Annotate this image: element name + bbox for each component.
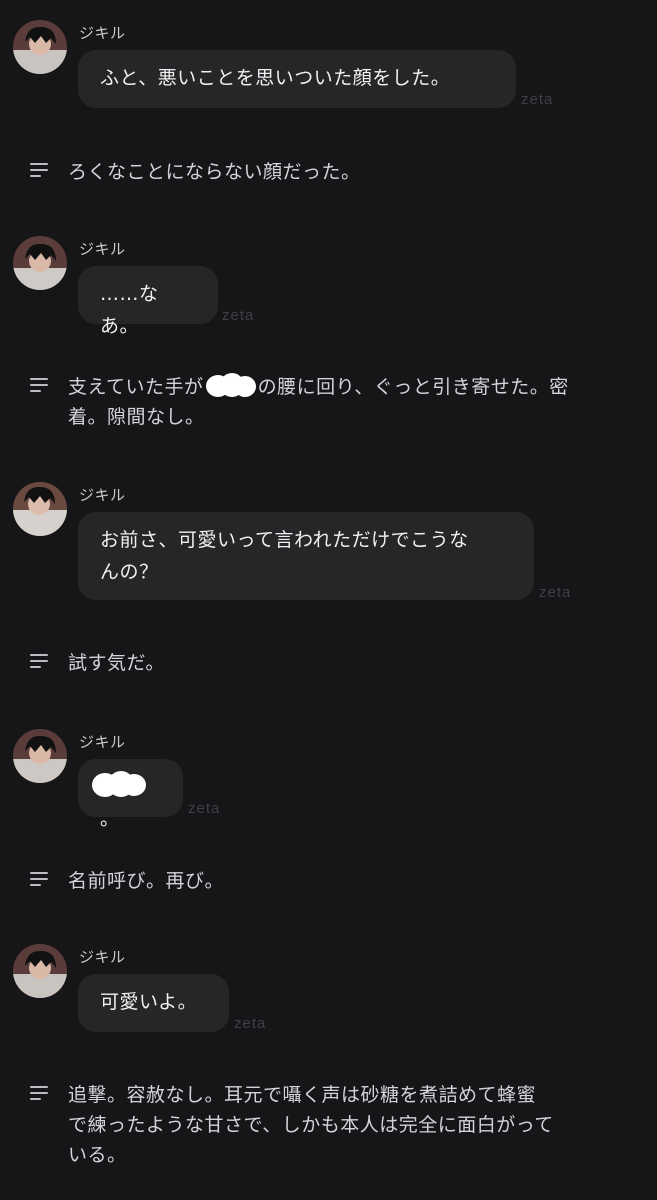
narration-text-before: 支えていた手が bbox=[68, 376, 204, 398]
message-line: お前さ、可愛いって言われただけでこうな bbox=[100, 529, 469, 551]
narration-text: ろくなことにならない顔だった。 bbox=[68, 161, 361, 183]
narration-lines-icon bbox=[30, 872, 50, 888]
avatar-icon[interactable] bbox=[13, 729, 67, 783]
narration-lines-icon bbox=[30, 654, 50, 670]
message-bubble: お前さ、可愛いって言われただけでこうな んの？ bbox=[78, 512, 534, 600]
zeta-tag: zeta bbox=[539, 584, 572, 601]
zeta-tag: zeta bbox=[521, 91, 554, 108]
zeta-tag: zeta bbox=[222, 307, 255, 324]
narration-text: 名前呼び。再び。 bbox=[68, 870, 225, 892]
message-line: んの？ bbox=[100, 561, 159, 583]
narration-lines-icon bbox=[30, 163, 50, 179]
redaction-mark bbox=[204, 373, 258, 397]
speaker-name: ジキル bbox=[79, 486, 126, 504]
narration-text: 追撃。容赦なし。耳元で囁く声は砂糖を煮詰めて蜂蜜 で練ったような甘さで、しかも本… bbox=[68, 1080, 628, 1170]
speaker-name: ジキル bbox=[79, 240, 126, 258]
zeta-tag: zeta bbox=[234, 1015, 267, 1032]
message-bubble: 可愛いよ。 bbox=[78, 974, 229, 1032]
message-bubble: ふと、悪いことを思いついた顔をした。 bbox=[78, 50, 516, 108]
speaker-name: ジキル bbox=[79, 24, 126, 42]
redaction-mark bbox=[92, 771, 150, 797]
speaker-name: ジキル bbox=[79, 733, 126, 751]
avatar-icon[interactable] bbox=[13, 236, 67, 290]
narration-line: で練ったような甘さで、しかも本人は完全に面白がって bbox=[68, 1114, 554, 1136]
avatar-icon[interactable] bbox=[13, 20, 67, 74]
narration-text: 試す気だ。 bbox=[68, 652, 165, 674]
narration-text-line2: 着。隙間なし。 bbox=[68, 406, 205, 428]
zeta-tag: zeta bbox=[188, 800, 221, 817]
narration-text-after: の腰に回り、ぐっと引き寄せた。密 bbox=[257, 376, 569, 398]
narration-lines-icon bbox=[30, 1086, 50, 1102]
chat-screen: ジキル ふと、悪いことを思いついた顔をした。 zeta ろくなことにならない顔だ… bbox=[0, 0, 657, 1200]
speaker-name: ジキル bbox=[79, 948, 126, 966]
narration-line: 追撃。容赦なし。耳元で囁く声は砂糖を煮詰めて蜂蜜 bbox=[68, 1084, 537, 1106]
narration-lines-icon bbox=[30, 378, 50, 394]
message-text: 。 bbox=[100, 808, 120, 830]
message-bubble: 。 bbox=[78, 759, 183, 830]
avatar-icon[interactable] bbox=[13, 944, 67, 998]
narration-line: いる。 bbox=[68, 1144, 127, 1166]
narration-text: 支えていた手が の腰に回り、ぐっと引き寄せた。密 着。隙間なし。 bbox=[68, 372, 628, 432]
message-bubble: ……なあ。 bbox=[78, 266, 218, 337]
avatar-icon[interactable] bbox=[13, 482, 67, 536]
